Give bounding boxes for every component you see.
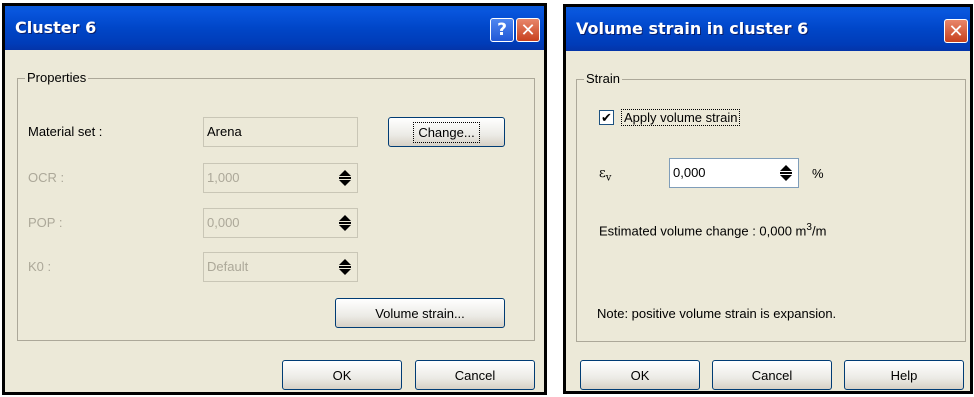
properties-group-label: Properties xyxy=(25,70,89,85)
estimated-volume-change: Estimated volume change : 0,000 m3/m xyxy=(599,222,826,238)
cancel-button-label: Cancel xyxy=(751,367,793,383)
ok-button[interactable]: OK xyxy=(282,360,402,390)
cluster-dialog: Cluster 6 ? ✕ Properties Material set : … xyxy=(2,3,547,395)
help-button-label: Help xyxy=(890,367,918,383)
estimated-prefix: Estimated volume change : 0,000 m xyxy=(599,223,807,239)
material-set-field: Arena xyxy=(203,117,358,147)
help-button[interactable]: Help xyxy=(844,360,964,390)
properties-group: Properties Material set : Arena Change..… xyxy=(17,70,535,341)
volume-titlebar[interactable]: Volume strain in cluster 6 ✕ xyxy=(566,7,970,51)
change-button-label: Change... xyxy=(413,121,480,143)
ocr-label: OCR : xyxy=(28,170,65,185)
material-set-value: Arena xyxy=(207,124,242,139)
epsilon-v-input[interactable]: 0,000 xyxy=(669,158,799,188)
apply-volume-strain-label[interactable]: Apply volume strain xyxy=(621,109,741,126)
expansion-note: Note: positive volume strain is expansio… xyxy=(597,306,837,321)
ocr-spinner-icon[interactable] xyxy=(339,170,351,186)
ok-button-label: OK xyxy=(332,367,352,383)
ocr-value: 1,000 xyxy=(207,170,240,185)
k0-field[interactable]: Default xyxy=(203,252,358,282)
pop-label: POP : xyxy=(28,215,63,230)
pop-field[interactable]: 0,000 xyxy=(203,208,358,238)
ok-button[interactable]: OK xyxy=(580,360,700,390)
k0-value: Default xyxy=(207,259,249,274)
cluster-title: Cluster 6 xyxy=(15,18,97,37)
close-icon[interactable]: ✕ xyxy=(516,18,540,42)
strain-group: Strain ✔ Apply volume strain εv 0,000 % … xyxy=(576,71,966,342)
cluster-titlebar[interactable]: Cluster 6 ? ✕ xyxy=(5,6,544,50)
estimated-suffix: /m xyxy=(811,223,827,239)
pop-spinner-icon[interactable] xyxy=(339,215,351,231)
cancel-button-label: Cancel xyxy=(454,367,496,383)
epsilon-symbol: ε xyxy=(599,166,606,181)
pop-value: 0,000 xyxy=(207,215,240,230)
change-button[interactable]: Change... xyxy=(388,117,505,147)
strain-group-label: Strain xyxy=(584,71,622,86)
volume-strain-button-label: Volume strain... xyxy=(375,305,465,321)
material-set-label: Material set : xyxy=(28,124,103,139)
epsilon-v-label: εv xyxy=(599,166,611,184)
k0-label: K0 : xyxy=(28,259,52,274)
ok-button-label: OK xyxy=(630,367,650,383)
close-icon[interactable]: ✕ xyxy=(944,19,968,43)
epsilon-v-value: 0,000 xyxy=(673,165,706,180)
help-icon[interactable]: ? xyxy=(490,18,514,42)
volume-strain-button[interactable]: Volume strain... xyxy=(335,298,505,328)
k0-spinner-icon[interactable] xyxy=(339,259,351,275)
epsilon-spinner-icon[interactable] xyxy=(780,165,792,181)
cancel-button[interactable]: Cancel xyxy=(415,360,535,390)
volume-strain-dialog: Volume strain in cluster 6 ✕ Strain ✔ Ap… xyxy=(563,4,973,394)
epsilon-subscript: v xyxy=(605,172,612,184)
cancel-button[interactable]: Cancel xyxy=(712,360,832,390)
volume-title: Volume strain in cluster 6 xyxy=(576,19,809,38)
percent-unit: % xyxy=(812,166,824,181)
apply-volume-strain-checkbox[interactable]: ✔ xyxy=(599,110,614,125)
ocr-field[interactable]: 1,000 xyxy=(203,163,358,193)
